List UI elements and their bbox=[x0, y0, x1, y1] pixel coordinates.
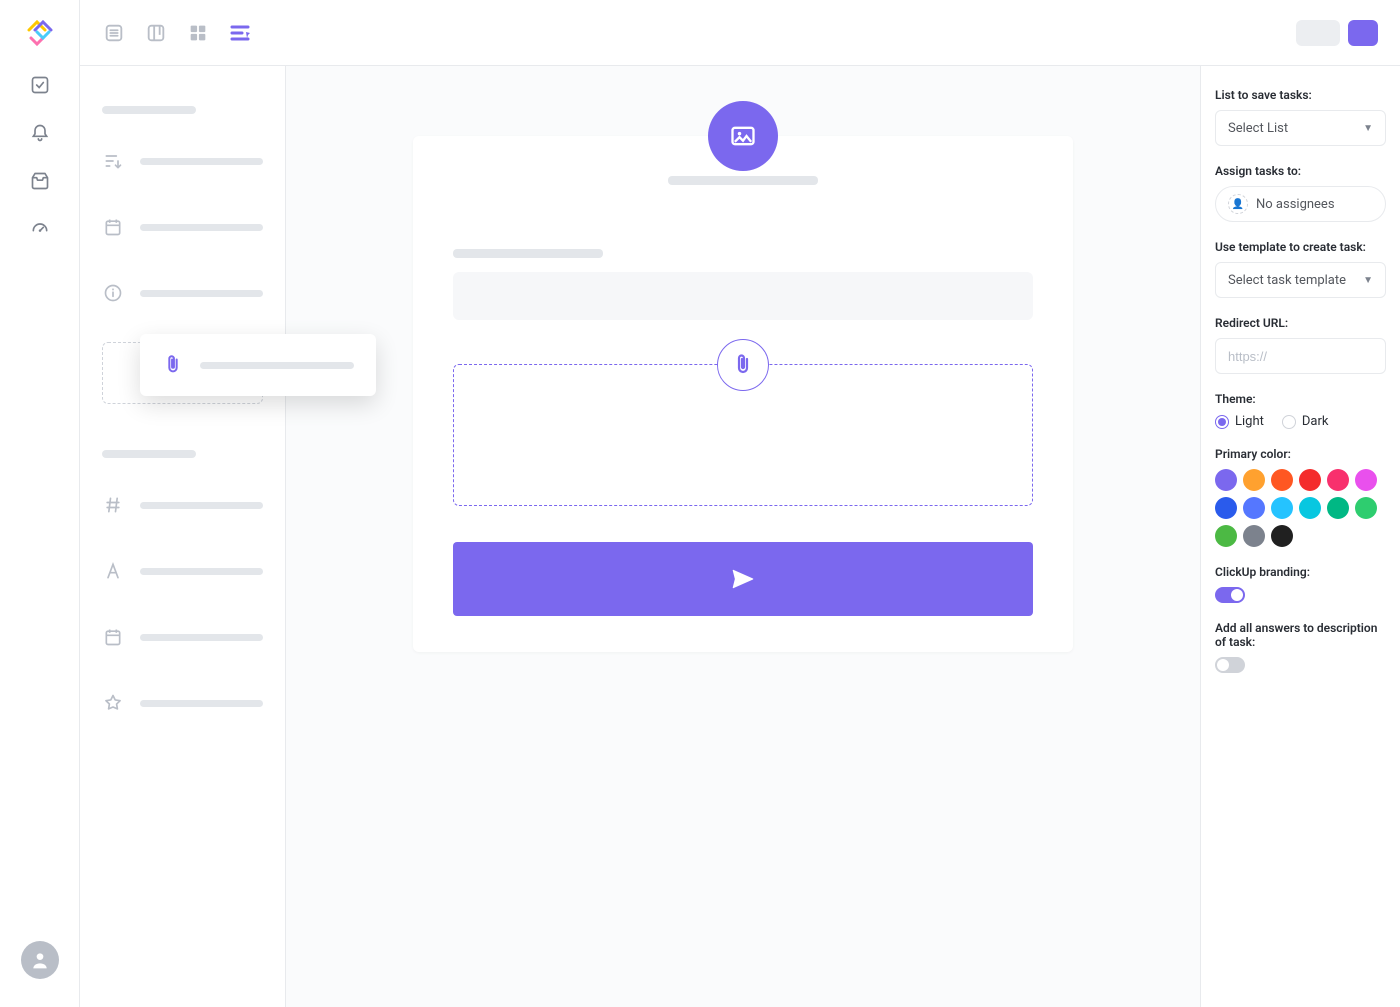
dragging-field-attachment[interactable] bbox=[140, 334, 376, 396]
field-date[interactable] bbox=[80, 202, 285, 252]
color-swatch[interactable] bbox=[1327, 497, 1349, 519]
color-swatch[interactable] bbox=[1271, 497, 1293, 519]
chevron-down-icon: ▼ bbox=[1363, 275, 1373, 286]
field-rating[interactable] bbox=[80, 678, 285, 728]
attachment-dropzone[interactable] bbox=[453, 364, 1033, 506]
tasks-icon[interactable] bbox=[29, 74, 51, 96]
branding-toggle[interactable] bbox=[1215, 587, 1245, 603]
field-section-heading bbox=[102, 450, 196, 458]
dashboards-icon[interactable] bbox=[29, 218, 51, 240]
date-icon bbox=[102, 626, 124, 648]
theme-light-radio[interactable]: Light bbox=[1215, 414, 1264, 429]
description-toggle[interactable] bbox=[1215, 657, 1245, 673]
field-info[interactable] bbox=[80, 268, 285, 318]
color-swatch[interactable] bbox=[1355, 497, 1377, 519]
clickup-logo[interactable] bbox=[25, 18, 55, 48]
list-select-value: Select List bbox=[1228, 121, 1288, 136]
color-swatch[interactable] bbox=[1271, 525, 1293, 547]
assign-label: Assign tasks to: bbox=[1215, 164, 1386, 178]
color-swatch[interactable] bbox=[1327, 469, 1349, 491]
star-icon bbox=[102, 692, 124, 714]
attachment-icon bbox=[717, 339, 769, 391]
theme-dark-radio[interactable]: Dark bbox=[1282, 414, 1329, 429]
text-icon bbox=[102, 560, 124, 582]
field-sort[interactable] bbox=[80, 136, 285, 186]
color-swatch[interactable] bbox=[1243, 497, 1265, 519]
template-label: Use template to create task: bbox=[1215, 240, 1386, 254]
field-number[interactable] bbox=[80, 480, 285, 530]
desc-label: Add all answers to description of task: bbox=[1215, 621, 1386, 649]
date-icon bbox=[102, 216, 124, 238]
settings-panel: List to save tasks: Select List ▼ Assign… bbox=[1200, 66, 1400, 1007]
template-select[interactable]: Select task template ▼ bbox=[1215, 262, 1386, 298]
color-swatches bbox=[1215, 469, 1386, 547]
attachment-icon bbox=[162, 354, 184, 376]
field-section-heading bbox=[102, 106, 196, 114]
question-label-placeholder bbox=[453, 249, 603, 258]
list-label: List to save tasks: bbox=[1215, 88, 1386, 102]
color-swatch[interactable] bbox=[1271, 469, 1293, 491]
topbar bbox=[80, 0, 1400, 66]
color-swatch[interactable] bbox=[1243, 525, 1265, 547]
list-select[interactable]: Select List ▼ bbox=[1215, 110, 1386, 146]
user-avatar[interactable] bbox=[21, 941, 59, 979]
chevron-down-icon: ▼ bbox=[1363, 123, 1373, 134]
topbar-pill-accent[interactable] bbox=[1348, 20, 1378, 46]
info-icon bbox=[102, 282, 124, 304]
notifications-icon[interactable] bbox=[29, 122, 51, 144]
sort-icon bbox=[102, 150, 124, 172]
box-view-icon[interactable] bbox=[186, 21, 210, 45]
cover-image-button[interactable] bbox=[708, 101, 778, 171]
text-answer-input[interactable] bbox=[453, 272, 1033, 320]
app-rail bbox=[0, 0, 80, 1007]
branding-label: ClickUp branding: bbox=[1215, 565, 1386, 579]
color-swatch[interactable] bbox=[1355, 469, 1377, 491]
color-swatch[interactable] bbox=[1215, 469, 1237, 491]
form-title-placeholder[interactable] bbox=[668, 176, 818, 185]
board-view-icon[interactable] bbox=[144, 21, 168, 45]
person-add-icon: 👤 bbox=[1228, 194, 1248, 214]
list-view-icon[interactable] bbox=[102, 21, 126, 45]
color-swatch[interactable] bbox=[1215, 497, 1237, 519]
form-card bbox=[413, 136, 1073, 652]
color-swatch[interactable] bbox=[1243, 469, 1265, 491]
topbar-pill-light[interactable] bbox=[1296, 20, 1340, 46]
field-text[interactable] bbox=[80, 546, 285, 596]
form-canvas bbox=[286, 66, 1200, 1007]
color-label: Primary color: bbox=[1215, 447, 1386, 461]
submit-button[interactable] bbox=[453, 542, 1033, 616]
template-select-value: Select task template bbox=[1228, 273, 1346, 288]
color-swatch[interactable] bbox=[1299, 469, 1321, 491]
field-sidebar bbox=[80, 66, 286, 1007]
color-swatch[interactable] bbox=[1299, 497, 1321, 519]
form-view-icon[interactable] bbox=[228, 21, 252, 45]
field-date-2[interactable] bbox=[80, 612, 285, 662]
redirect-url-input[interactable] bbox=[1215, 338, 1386, 374]
redirect-label: Redirect URL: bbox=[1215, 316, 1386, 330]
inbox-icon[interactable] bbox=[29, 170, 51, 192]
assignee-value: No assignees bbox=[1256, 197, 1335, 212]
hash-icon bbox=[102, 494, 124, 516]
assignee-select[interactable]: 👤 No assignees bbox=[1215, 186, 1386, 222]
theme-label: Theme: bbox=[1215, 392, 1386, 406]
color-swatch[interactable] bbox=[1215, 525, 1237, 547]
